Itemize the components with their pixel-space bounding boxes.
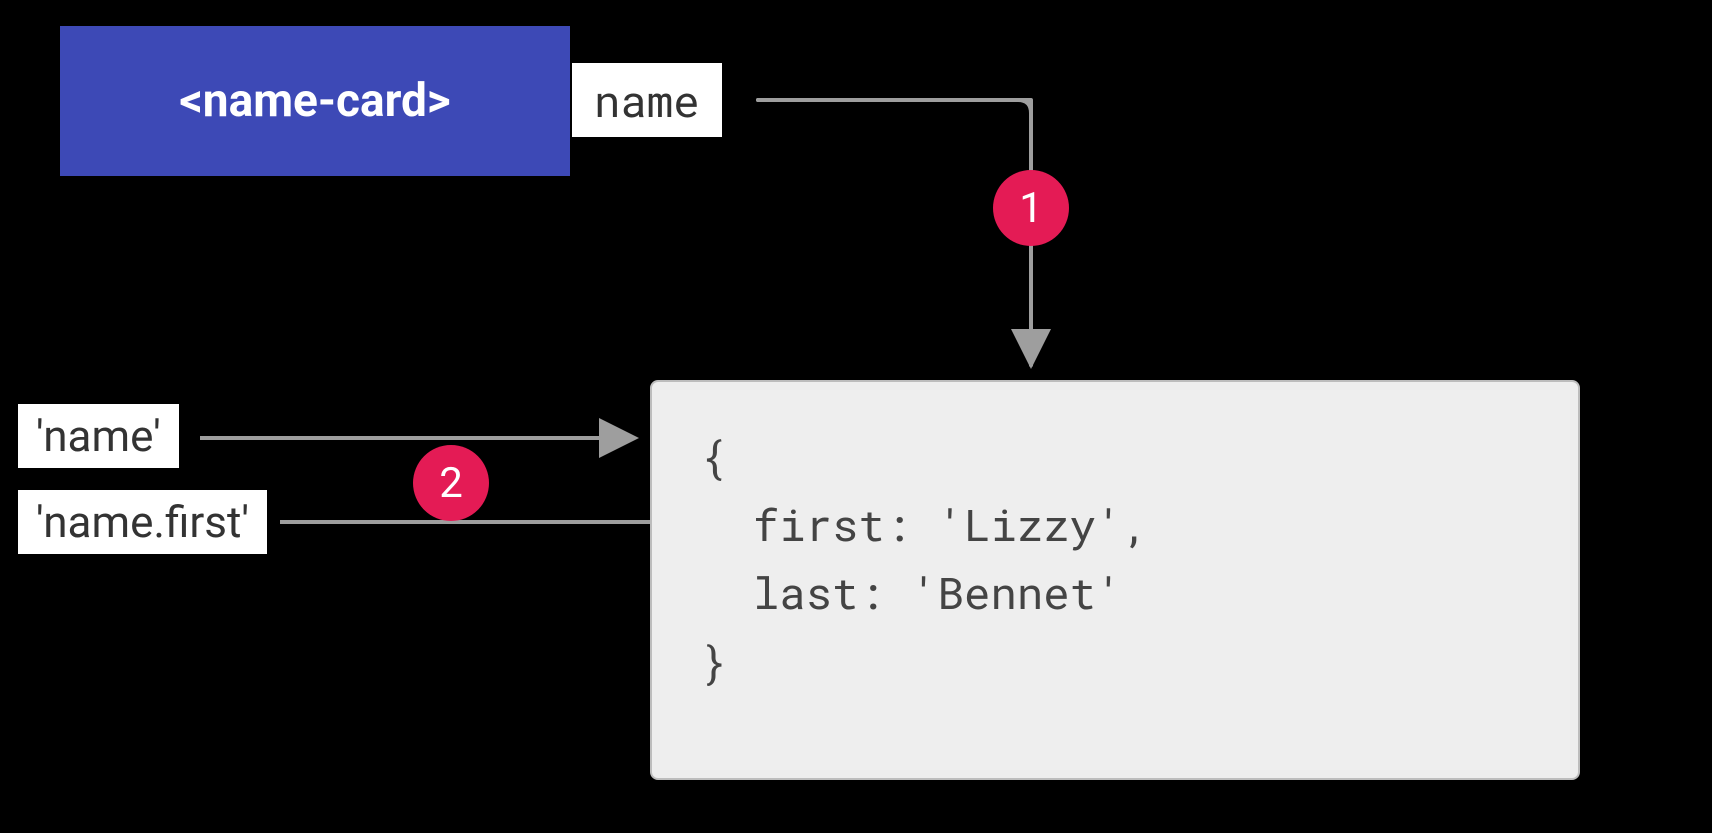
element-name-card: <name-card> — [60, 26, 570, 176]
binding-path-name: 'name' — [18, 404, 179, 468]
arrow-name-to-object-corner — [758, 100, 1031, 365]
object-line-2: first: 'Lizzy', — [700, 495, 1149, 553]
element-tag-text: <name-card> — [179, 74, 450, 128]
arrow-name-to-object — [758, 100, 1031, 365]
binding-path-name-text: 'name' — [36, 410, 161, 462]
object-line-1: { — [700, 427, 726, 485]
property-label-text: name — [594, 71, 700, 129]
object-line-4: } — [700, 632, 726, 690]
step-badge-1-text: 1 — [1019, 184, 1043, 233]
property-label: name — [572, 63, 722, 137]
step-badge-1: 1 — [993, 170, 1069, 246]
binding-path-name-first-text: 'name.first' — [36, 496, 249, 548]
step-badge-2: 2 — [413, 445, 489, 521]
binding-path-name-first: 'name.first' — [18, 490, 267, 554]
object-literal-box: { first: 'Lizzy', last: 'Bennet' } — [650, 380, 1580, 780]
step-badge-2-text: 2 — [439, 459, 463, 508]
object-line-3: last: 'Bennet' — [700, 563, 1122, 621]
